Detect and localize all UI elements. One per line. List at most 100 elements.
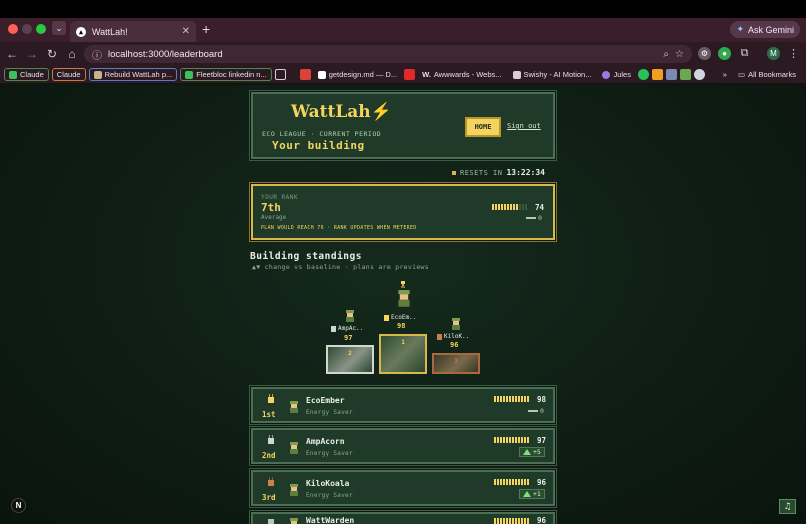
- meter-segment: [527, 437, 529, 443]
- bookmark-claude-1[interactable]: Claude: [4, 68, 49, 81]
- leaderboard-row-2[interactable]: 2nd AmpAcorn Energy Saver 97 +5: [251, 428, 555, 464]
- whatsapp-icon[interactable]: [637, 69, 649, 80]
- gmail-icon[interactable]: [299, 69, 311, 80]
- bookmark-getdesign[interactable]: getdesign.md — D...: [314, 68, 401, 81]
- browser-toolbar: ← → ↻ ⌂ ⓘ localhost:3000/leaderboard ⌕ ☆…: [0, 42, 806, 66]
- meter-segment: [519, 204, 521, 210]
- extensions-puzzle-icon[interactable]: ⧉: [738, 47, 751, 60]
- bookmark-jules[interactable]: Jules: [598, 68, 635, 81]
- bookmark-label: Claude: [20, 70, 44, 79]
- minimize-window-button[interactable]: [22, 24, 32, 34]
- header-card: WattLah⚡ ECO LEAGUE · CURRENT PERIOD You…: [251, 92, 555, 159]
- sparkle-icon: ✦: [736, 24, 744, 34]
- ask-gemini-button[interactable]: ✦ Ask Gemini: [730, 21, 800, 38]
- avatar: [289, 518, 299, 524]
- ask-gemini-label: Ask Gemini: [747, 24, 794, 35]
- rank-plan-note: PLAN WOULD REACH 76 · RANK UPDATES WHEN …: [261, 225, 417, 231]
- trophy-icon: [401, 281, 405, 288]
- address-bar[interactable]: ⓘ localhost:3000/leaderboard ⌕ ☆: [84, 45, 692, 63]
- browser-menu-icon[interactable]: ⋮: [787, 47, 800, 60]
- extension-blue-icon[interactable]: [665, 69, 677, 80]
- meter-segment: [515, 396, 517, 402]
- profile-avatar[interactable]: M: [767, 47, 780, 60]
- meter-segment: [509, 518, 511, 524]
- extension-green-icon[interactable]: ●: [718, 47, 731, 60]
- extension-plant-icon[interactable]: [679, 69, 691, 80]
- wattlah-logo[interactable]: WattLah⚡: [291, 102, 392, 122]
- meter-segment: [527, 518, 529, 524]
- back-button[interactable]: ←: [4, 46, 20, 62]
- meter-segment: [497, 396, 499, 402]
- meter-segment: [503, 518, 505, 524]
- check-icon: [185, 70, 194, 79]
- meter-segment: [500, 518, 502, 524]
- meter-segment: [527, 479, 529, 485]
- browser-tab[interactable]: ▲ WattLah! ✕: [70, 21, 196, 42]
- row-score: 96: [537, 478, 547, 487]
- chevron-down-icon: ⌄: [55, 22, 63, 33]
- meter-segment: [500, 479, 502, 485]
- bookmark-label: Fleetbloc linkedin n...: [196, 70, 267, 79]
- bookmarks-overflow-chevron[interactable]: »: [719, 68, 731, 81]
- extension-yellow-icon[interactable]: [651, 69, 663, 80]
- site-info-icon[interactable]: ⓘ: [92, 47, 102, 62]
- meter-segment: [509, 437, 511, 443]
- row-delta-value: +1: [533, 490, 541, 498]
- row-name: AmpAcorn: [306, 437, 345, 446]
- podium-place-second: 2: [348, 350, 352, 357]
- reload-icon: ↻: [46, 47, 58, 61]
- home-button[interactable]: HOME: [465, 117, 501, 137]
- leaderboard-row-4[interactable]: WattWarden 96: [251, 512, 555, 524]
- forward-button[interactable]: →: [24, 46, 40, 62]
- meter-segment: [525, 204, 527, 210]
- podium-score-third: 96: [450, 341, 459, 349]
- swishy-icon: [512, 70, 521, 79]
- meter-segment: [510, 204, 512, 210]
- bookmark-star-icon[interactable]: ☆: [675, 49, 684, 60]
- your-rank-card: YOUR RANK 7th Average 74 0 PLAN WOULD RE…: [251, 184, 555, 240]
- flat-delta-icon: [526, 217, 536, 219]
- podium-name-text: EcoEm..: [391, 314, 417, 321]
- home-browser-button[interactable]: ⌂: [64, 46, 80, 62]
- close-window-button[interactable]: [8, 24, 18, 34]
- extension-circle-icon[interactable]: [693, 69, 705, 80]
- leaderboard-row-1[interactable]: 1st EcoEmber Energy Saver 98 0: [251, 387, 555, 423]
- meter-segment: [494, 518, 496, 524]
- rank-tier: Average: [261, 214, 287, 221]
- zoom-icon[interactable]: ⌕: [663, 49, 669, 60]
- tab-search-button[interactable]: ⌄: [52, 21, 66, 35]
- bookmark-swishy[interactable]: Swishy - AI Motion...: [509, 68, 596, 81]
- meter-segment: [509, 479, 511, 485]
- row-meter: [494, 518, 529, 524]
- meter-segment: [512, 437, 514, 443]
- home-icon: ⌂: [68, 47, 76, 61]
- meter-segment: [497, 518, 499, 524]
- youtube-icon[interactable]: [404, 69, 416, 80]
- row-name: KiloKoala: [306, 479, 350, 488]
- all-bookmarks-button[interactable]: ▭ All Bookmarks: [734, 68, 800, 81]
- bookmark-awwwards[interactable]: W. Awwwards - Webs...: [418, 68, 505, 81]
- meter-segment: [518, 479, 520, 485]
- maximize-window-button[interactable]: [36, 24, 46, 34]
- silver-medal-icon: [268, 435, 274, 444]
- resets-countdown: RESETS IN 13:22:34: [452, 168, 545, 177]
- bookmark-claude-2[interactable]: Claude: [51, 68, 86, 81]
- new-tab-button[interactable]: +: [202, 21, 210, 37]
- leaderboard-row-3[interactable]: 3rd KiloKoala Energy Saver 96 +1: [251, 470, 555, 506]
- sign-out-link[interactable]: Sign out: [507, 122, 541, 130]
- music-toggle-button[interactable]: ♫: [779, 499, 796, 514]
- row-tier: Energy Saver: [306, 492, 353, 499]
- bookmark-fleetbloc[interactable]: Fleetbloc linkedin n...: [180, 68, 272, 81]
- reload-button[interactable]: ↻: [44, 46, 60, 62]
- meter-segment: [518, 518, 520, 524]
- bookmark-label: Swishy - AI Motion...: [523, 70, 592, 79]
- bookmark-label: Awwwards - Webs...: [433, 70, 502, 79]
- bookmark-rebuild[interactable]: Rebuild WattLah p...: [88, 68, 178, 81]
- extension-gear-icon[interactable]: ⚙: [698, 47, 711, 60]
- bookmark-label: Jules: [613, 70, 631, 79]
- arrow-left-icon: ←: [6, 47, 18, 61]
- grid-icon[interactable]: [274, 69, 286, 80]
- row-delta-value: 0: [540, 407, 544, 415]
- close-tab-icon[interactable]: ✕: [182, 26, 190, 37]
- nextjs-dev-badge[interactable]: N: [11, 498, 26, 513]
